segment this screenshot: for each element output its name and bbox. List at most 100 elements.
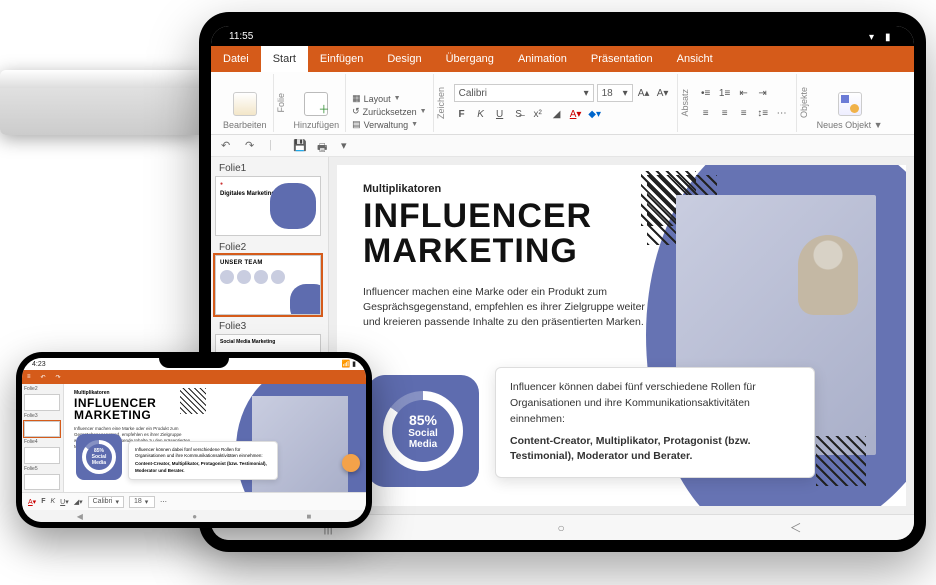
- superscript-button[interactable]: x²: [530, 106, 546, 122]
- line-spacing-button[interactable]: ↕≡: [755, 105, 771, 121]
- new-object-label[interactable]: Neues Objekt ▼: [817, 120, 883, 130]
- status-icons: ▾ ▮: [869, 32, 896, 40]
- phone-more[interactable]: ⋯: [160, 498, 167, 506]
- fill-color-button[interactable]: ◆▾: [587, 106, 603, 122]
- tab-datei[interactable]: Datei: [211, 46, 261, 72]
- phone-thumb[interactable]: [24, 447, 60, 464]
- group-add-slide: ＋ Hinzufügen: [288, 74, 347, 132]
- slide-body[interactable]: Influencer machen eine Marke oder ein Pr…: [363, 285, 663, 331]
- thumb-2-preview[interactable]: UNSER TEAM: [215, 255, 321, 315]
- shrink-font-button[interactable]: A▾: [655, 85, 671, 101]
- phone-slide-panel[interactable]: Folie2 Folie3 Folie4 Folie5: [22, 384, 64, 492]
- manage-button[interactable]: ▤Verwaltung▼: [352, 119, 418, 130]
- phone-size-select[interactable]: 18▾: [129, 496, 155, 508]
- nav-home-button[interactable]: ○: [558, 521, 565, 535]
- highlight-button[interactable]: ◢: [549, 106, 565, 122]
- phone-notch: [159, 358, 229, 368]
- thumb-1-preview[interactable]: ● Digitales Marketing: [215, 176, 321, 236]
- phone-thumb[interactable]: [24, 421, 60, 438]
- phone-thumb[interactable]: [24, 394, 60, 411]
- progress-ring: 85% SocialMedia: [383, 391, 463, 471]
- callout-box[interactable]: Influencer können dabei fünf verschieden…: [495, 367, 815, 478]
- underline-button[interactable]: U: [492, 106, 508, 122]
- align-center-button[interactable]: ≡: [717, 105, 733, 121]
- tab-start[interactable]: Start: [261, 46, 308, 72]
- indent-dec-button[interactable]: ⇤: [736, 85, 752, 101]
- group-slide-options: ▦Layout▼ ↺Zurücksetzen▼ ▤Verwaltung▼: [346, 74, 434, 132]
- bold-button[interactable]: F: [454, 106, 470, 122]
- phone-thumb[interactable]: [24, 474, 60, 491]
- stat-badge[interactable]: 85% SocialMedia: [367, 375, 479, 487]
- hatch-decor: [816, 436, 866, 486]
- tab-animation[interactable]: Animation: [506, 46, 579, 72]
- battery-icon: ▮: [885, 32, 896, 40]
- hatch-decor: [180, 388, 206, 414]
- qat-more[interactable]: ▾: [341, 139, 355, 153]
- nav-back-button[interactable]: ◀: [77, 512, 83, 521]
- phone-menu-button[interactable]: ≡: [22, 370, 36, 384]
- align-left-button[interactable]: ≡: [698, 105, 714, 121]
- thumb-1[interactable]: Folie1 ● Digitales Marketing: [215, 161, 324, 236]
- slide-title: INFLUENCERMARKETING: [74, 397, 156, 421]
- phone-workspace: Folie2 Folie3 Folie4 Folie5 Multiplikato…: [22, 384, 366, 492]
- new-slide-icon[interactable]: ＋: [304, 92, 328, 116]
- add-label[interactable]: Hinzufügen: [294, 120, 340, 130]
- phone-undo[interactable]: ↶: [36, 370, 51, 384]
- phone-screen: 4:23 📶 ▮ ≡ ↶ ↷ Folie2 Folie3 Folie4 Foli…: [22, 358, 366, 522]
- tab-uebergang[interactable]: Übergang: [434, 46, 506, 72]
- indent-inc-button[interactable]: ⇥: [755, 85, 771, 101]
- tab-einfuegen[interactable]: Einfügen: [308, 46, 375, 72]
- save-button[interactable]: 💾: [293, 139, 307, 153]
- grow-font-button[interactable]: A▴: [636, 85, 652, 101]
- group-edit: Bearbeiten: [217, 74, 274, 132]
- layout-button[interactable]: ▦Layout▼: [352, 93, 400, 104]
- slide[interactable]: Multiplikatoren INFLUENCERMARKETING Infl…: [337, 165, 906, 506]
- fab-button[interactable]: [342, 454, 360, 472]
- strike-button[interactable]: S̶: [511, 106, 527, 122]
- print-button[interactable]: 🖶: [317, 139, 331, 153]
- tab-ansicht[interactable]: Ansicht: [665, 46, 725, 72]
- numbering-button[interactable]: 1≡: [717, 85, 733, 101]
- android-status-bar: 11:55 ▾ ▮: [211, 26, 914, 46]
- bullets-button[interactable]: •≡: [698, 85, 714, 101]
- font-family-select[interactable]: Calibri▾: [454, 84, 594, 102]
- callout-p2: Content-Creator, Multiplikator, Protagon…: [510, 435, 751, 463]
- wifi-icon: ▾: [869, 32, 880, 40]
- nav-back-button[interactable]: ＜: [790, 519, 802, 536]
- phone-underline[interactable]: U▾: [60, 498, 69, 506]
- phone-highlight[interactable]: ◢▾: [74, 498, 83, 506]
- align-right-button[interactable]: ≡: [736, 105, 752, 121]
- phone-italic[interactable]: K: [50, 498, 55, 505]
- phone-redo[interactable]: ↷: [51, 370, 66, 384]
- clipboard-icon[interactable]: [233, 92, 257, 116]
- slide-title[interactable]: INFLUENCERMARKETING: [363, 199, 592, 268]
- font-size-select[interactable]: 18▾: [597, 84, 633, 102]
- undo-button[interactable]: ↶: [221, 139, 235, 153]
- paragraph-more-button[interactable]: ⋯: [774, 105, 790, 121]
- italic-button[interactable]: K: [473, 106, 489, 122]
- shapes-icon[interactable]: [838, 92, 862, 116]
- draw-group-label: Zeichen: [434, 83, 448, 123]
- slide-kicker[interactable]: Multiplikatoren: [363, 183, 441, 195]
- redo-button[interactable]: ↷: [245, 139, 259, 153]
- phone-font-select[interactable]: Calibri▾: [88, 496, 124, 508]
- stat-badge: 85%SocialMedia: [76, 434, 122, 480]
- phone-font-color[interactable]: A▾: [28, 498, 36, 506]
- nav-recent-button[interactable]: ■: [306, 512, 311, 521]
- background-shelf: [0, 70, 200, 135]
- nav-home-button[interactable]: ●: [192, 512, 197, 521]
- status-time: 11:55: [229, 31, 253, 42]
- thumb-2-label: Folie2: [215, 240, 324, 255]
- reset-button[interactable]: ↺Zurücksetzen▼: [352, 106, 427, 117]
- tab-praesentation[interactable]: Präsentation: [579, 46, 665, 72]
- font-color-button[interactable]: A▾: [568, 106, 584, 122]
- qat-sep: |: [269, 139, 283, 153]
- chevron-down-icon: ▾: [623, 88, 628, 99]
- callout-p1: Influencer können dabei fünf verschieden…: [510, 380, 800, 427]
- paragraph-group-label: Absatz: [678, 85, 692, 121]
- phone-bold[interactable]: F: [41, 498, 45, 505]
- slide-canvas[interactable]: Multiplikatoren INFLUENCERMARKETING Infl…: [329, 157, 914, 514]
- phone-slide-canvas[interactable]: Multiplikatoren INFLUENCERMARKETING Infl…: [64, 384, 366, 492]
- thumb-2[interactable]: Folie2 UNSER TEAM: [215, 240, 324, 315]
- tab-design[interactable]: Design: [375, 46, 433, 72]
